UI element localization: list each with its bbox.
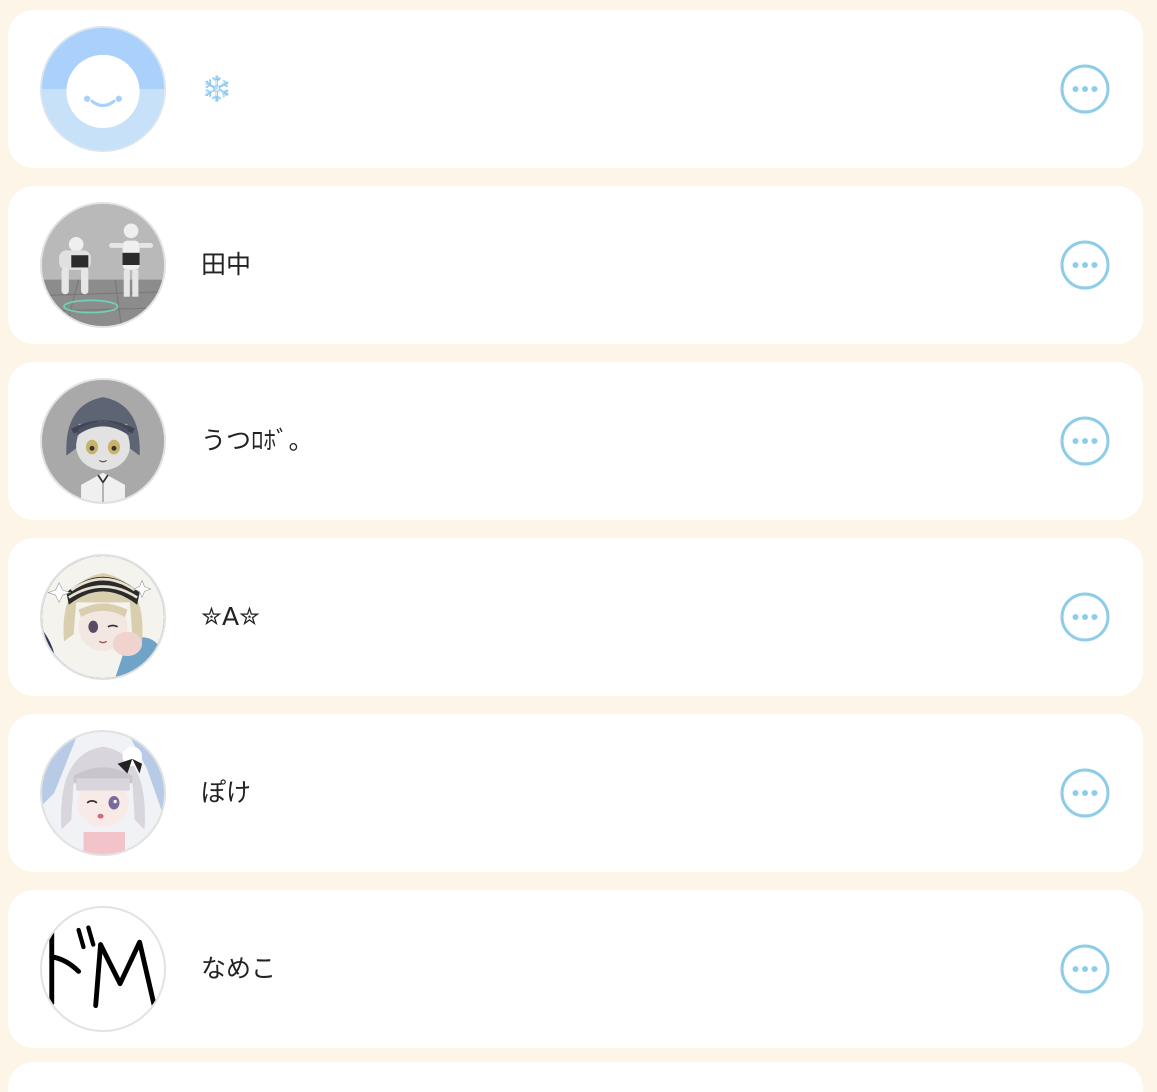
user-row[interactable]: ❄️ (8, 10, 1143, 168)
more-options-button[interactable] (1059, 591, 1111, 643)
user-name: うつﾛﾎﾞ。 (201, 426, 314, 455)
more-options-icon (1060, 240, 1110, 290)
user-name: ❄️ (201, 74, 233, 103)
user-name: ぽけ (201, 778, 252, 807)
user-row[interactable]: ✮A✮ (8, 538, 1143, 696)
more-options-button[interactable] (1059, 239, 1111, 291)
sketch-girl-avatar[interactable] (40, 378, 166, 504)
handwritten-doM-avatar[interactable] (40, 906, 166, 1032)
more-options-icon (1060, 64, 1110, 114)
user-name: ✮A✮ (201, 602, 260, 631)
more-options-icon (1060, 592, 1110, 642)
more-options-button[interactable] (1059, 63, 1111, 115)
more-options-icon (1060, 944, 1110, 994)
user-name: 田中 (201, 250, 252, 279)
3d-figures-photo-avatar[interactable] (40, 202, 166, 328)
user-list: ❄️ 田中 うつﾛﾎﾞ。 ✮A✮ ぽけ なめこ (8, 10, 1143, 1066)
user-row[interactable]: うつﾛﾎﾞ。 (8, 362, 1143, 520)
user-row[interactable]: 田中 (8, 186, 1143, 344)
next-user-row-partial (8, 1062, 1143, 1092)
anime-girl-headband-avatar[interactable] (40, 554, 166, 680)
more-options-button[interactable] (1059, 767, 1111, 819)
more-options-button[interactable] (1059, 943, 1111, 995)
user-name: なめこ (201, 954, 277, 983)
more-options-button[interactable] (1059, 415, 1111, 467)
more-options-icon (1060, 416, 1110, 466)
default-smiley-avatar[interactable] (40, 26, 166, 152)
user-row[interactable]: ぽけ (8, 714, 1143, 872)
more-options-icon (1060, 768, 1110, 818)
anime-girl-white-hair-avatar[interactable] (40, 730, 166, 856)
user-row[interactable]: なめこ (8, 890, 1143, 1048)
